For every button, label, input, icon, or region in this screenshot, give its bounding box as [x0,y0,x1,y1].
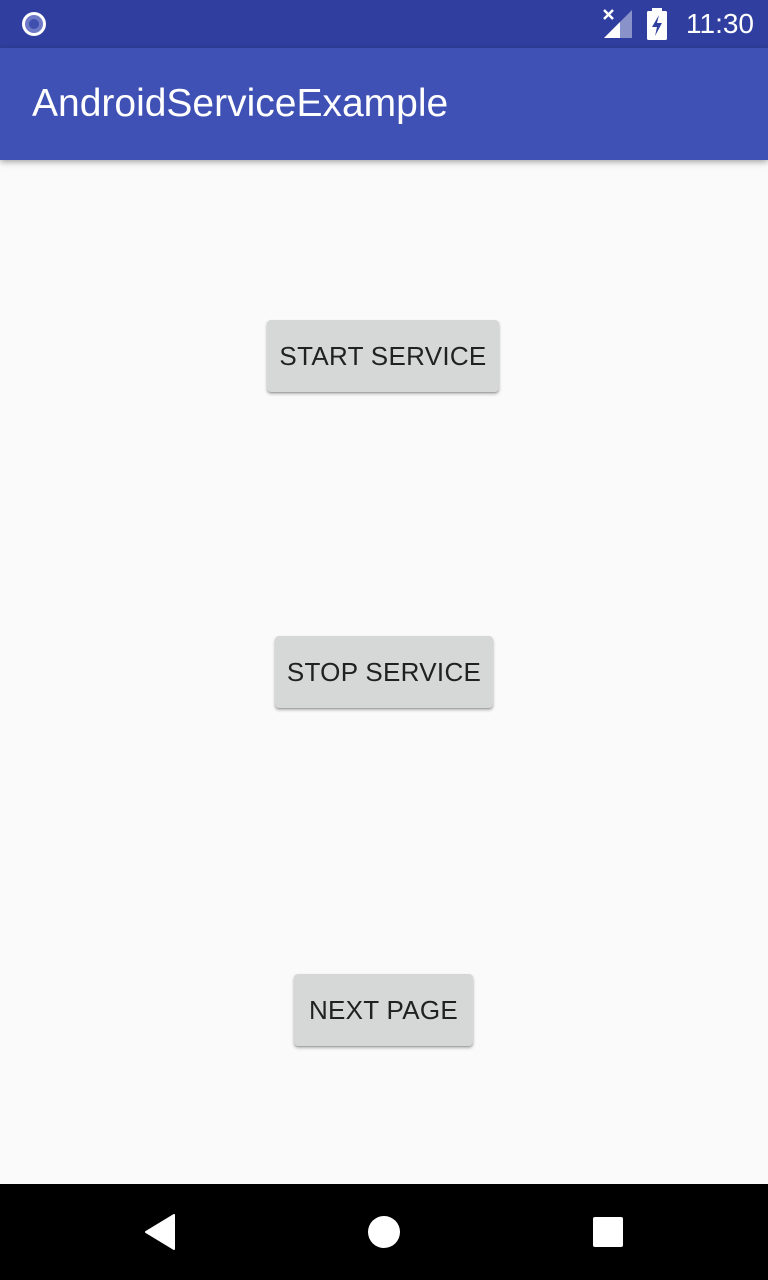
battery-charging-icon [646,8,668,40]
main-content: START SERVICE STOP SERVICE NEXT PAGE [0,160,768,1184]
navigation-bar [0,1184,768,1280]
app-bar: AndroidServiceExample [0,48,768,160]
start-service-button[interactable]: START SERVICE [267,320,499,392]
recents-square-icon[interactable] [593,1217,623,1247]
back-triangle-icon[interactable] [144,1214,176,1250]
app-title: AndroidServiceExample [32,82,449,125]
stop-service-button[interactable]: STOP SERVICE [275,636,493,708]
home-circle-icon[interactable] [367,1215,401,1249]
no-signal-icon [600,8,632,40]
status-bar: 11:30 [0,0,768,48]
circle-notification-icon [20,10,48,38]
next-page-button[interactable]: NEXT PAGE [294,974,473,1046]
status-clock: 11:30 [686,8,754,39]
